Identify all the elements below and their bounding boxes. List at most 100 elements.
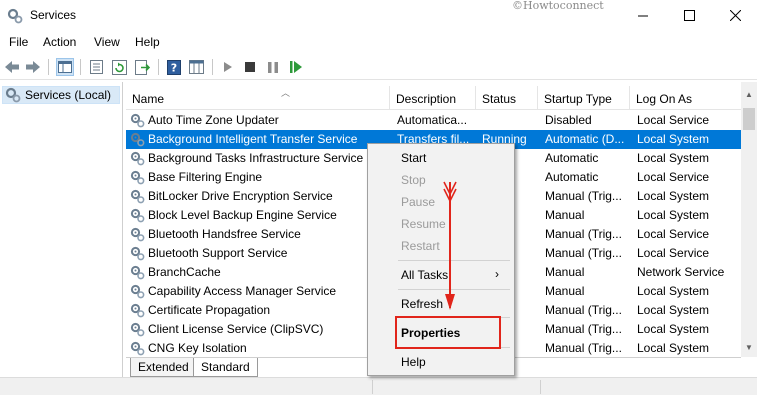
window-title: Services bbox=[30, 8, 77, 22]
tab-standard[interactable]: Standard bbox=[193, 358, 258, 377]
cell-name: Client License Service (ClipSVC) bbox=[148, 322, 324, 336]
play-icon bbox=[224, 62, 232, 72]
cell-log-on-as: Local System bbox=[637, 341, 710, 355]
status-bar-divider bbox=[540, 380, 541, 394]
cell-log-on-as: Local System bbox=[637, 208, 710, 222]
watermark: ©Howtoconnect bbox=[512, 0, 604, 12]
cell-startup-type: Automatic (D... bbox=[545, 132, 625, 146]
context-menu-help[interactable]: Help bbox=[369, 351, 513, 373]
cell-name: Block Level Backup Engine Service bbox=[148, 208, 337, 222]
cell-log-on-as: Local System bbox=[637, 322, 710, 336]
cell-log-on-as: Local System bbox=[637, 151, 710, 165]
view-button[interactable] bbox=[187, 58, 205, 76]
console-tree-icon bbox=[58, 61, 72, 73]
menu-action[interactable]: Action bbox=[43, 35, 76, 49]
help-button[interactable]: ? bbox=[165, 58, 183, 76]
gear-icon bbox=[130, 227, 145, 242]
cell-log-on-as: Local Service bbox=[637, 113, 710, 127]
scroll-up-button[interactable]: ▲ bbox=[741, 86, 757, 102]
tree-item-label: Services (Local) bbox=[25, 88, 112, 102]
show-console-tree-button[interactable] bbox=[56, 58, 74, 76]
context-menu-start[interactable]: Start bbox=[369, 147, 513, 169]
gear-icon bbox=[130, 113, 145, 128]
column-header-startup-type[interactable]: Startup Type bbox=[538, 86, 630, 110]
cell-log-on-as: Local System bbox=[637, 132, 710, 146]
gear-icon bbox=[130, 208, 145, 223]
scroll-thumb[interactable] bbox=[743, 108, 755, 130]
close-icon bbox=[729, 9, 741, 21]
column-header-status[interactable]: Status bbox=[476, 86, 538, 110]
stop-icon bbox=[245, 62, 255, 72]
gear-icon bbox=[130, 284, 145, 299]
gear-icon bbox=[130, 189, 145, 204]
cell-name: Auto Time Zone Updater bbox=[148, 113, 279, 127]
close-button[interactable] bbox=[712, 0, 757, 30]
cell-startup-type: Manual (Trig... bbox=[545, 246, 622, 260]
gear-icon bbox=[130, 303, 145, 318]
tree-item-services-local[interactable]: Services (Local) bbox=[2, 86, 120, 104]
maximize-button[interactable] bbox=[666, 0, 712, 30]
cell-name: BranchCache bbox=[148, 265, 221, 279]
back-button[interactable] bbox=[3, 58, 21, 76]
forward-button[interactable] bbox=[24, 58, 42, 76]
status-bar-divider bbox=[372, 380, 373, 394]
properties-icon bbox=[89, 60, 103, 74]
cell-startup-type: Manual bbox=[545, 284, 585, 298]
column-header-log-on-as[interactable]: Log On As bbox=[630, 86, 742, 110]
help-icon: ? bbox=[167, 59, 181, 75]
minimize-button[interactable] bbox=[620, 0, 666, 30]
cell-name: BitLocker Drive Encryption Service bbox=[148, 189, 333, 203]
cell-description: Automatica... bbox=[397, 113, 468, 127]
vertical-scrollbar[interactable]: ▲ ▼ bbox=[741, 82, 757, 357]
cell-log-on-as: Network Service bbox=[637, 265, 725, 279]
pause-icon bbox=[268, 61, 278, 73]
maximize-icon bbox=[683, 9, 695, 21]
properties-highlight-box bbox=[395, 316, 501, 349]
cell-name: Background Tasks Infrastructure Service bbox=[148, 151, 364, 165]
menu-file[interactable]: File bbox=[9, 35, 28, 49]
cell-startup-type: Manual (Trig... bbox=[545, 341, 622, 355]
column-header-name[interactable]: Name bbox=[126, 86, 390, 110]
properties-button[interactable] bbox=[87, 58, 105, 76]
gear-icon bbox=[130, 322, 145, 337]
toolbar: ? bbox=[0, 54, 757, 80]
cell-log-on-as: Local Service bbox=[637, 227, 710, 241]
cell-name: Bluetooth Support Service bbox=[148, 246, 288, 260]
resume-service-button[interactable] bbox=[287, 58, 305, 76]
refresh-button[interactable] bbox=[110, 58, 128, 76]
svg-text:?: ? bbox=[171, 61, 177, 74]
cell-startup-type: Manual bbox=[545, 208, 585, 222]
cell-startup-type: Manual (Trig... bbox=[545, 189, 622, 203]
cell-log-on-as: Local System bbox=[637, 303, 710, 317]
cell-startup-type: Manual (Trig... bbox=[545, 322, 622, 336]
gear-icon bbox=[130, 265, 145, 280]
export-list-button[interactable] bbox=[133, 58, 151, 76]
menu-view[interactable]: View bbox=[94, 35, 120, 49]
cell-startup-type: Automatic bbox=[545, 151, 599, 165]
cell-log-on-as: Local Service bbox=[637, 246, 710, 260]
toolbar-separator bbox=[158, 59, 159, 75]
cell-name: Capability Access Manager Service bbox=[148, 284, 337, 298]
cell-name: CNG Key Isolation bbox=[148, 341, 247, 355]
console-tree: Services (Local) bbox=[0, 82, 123, 378]
submenu-arrow-icon: › bbox=[495, 267, 499, 281]
menu-help[interactable]: Help bbox=[135, 35, 160, 49]
view-icon bbox=[188, 60, 204, 74]
cell-startup-type: Manual bbox=[545, 265, 585, 279]
cell-name: Bluetooth Handsfree Service bbox=[148, 227, 301, 241]
toolbar-separator bbox=[212, 59, 213, 75]
tab-extended[interactable]: Extended bbox=[130, 358, 197, 377]
stop-service-button[interactable] bbox=[241, 58, 259, 76]
start-service-button[interactable] bbox=[219, 58, 237, 76]
cell-startup-type: Automatic bbox=[545, 170, 599, 184]
minimize-icon bbox=[637, 15, 648, 16]
gear-icon bbox=[130, 151, 145, 166]
cell-name: Background Intelligent Transfer Service bbox=[148, 132, 358, 146]
gear-icon bbox=[130, 132, 145, 147]
gear-icon bbox=[130, 170, 145, 185]
table-row[interactable]: Auto Time Zone Updater Automatica... Disab… bbox=[126, 111, 742, 130]
pause-service-button[interactable] bbox=[264, 58, 282, 76]
services-icon bbox=[5, 87, 21, 103]
scroll-down-button[interactable]: ▼ bbox=[741, 339, 757, 355]
column-header-description[interactable]: Description bbox=[390, 86, 476, 110]
